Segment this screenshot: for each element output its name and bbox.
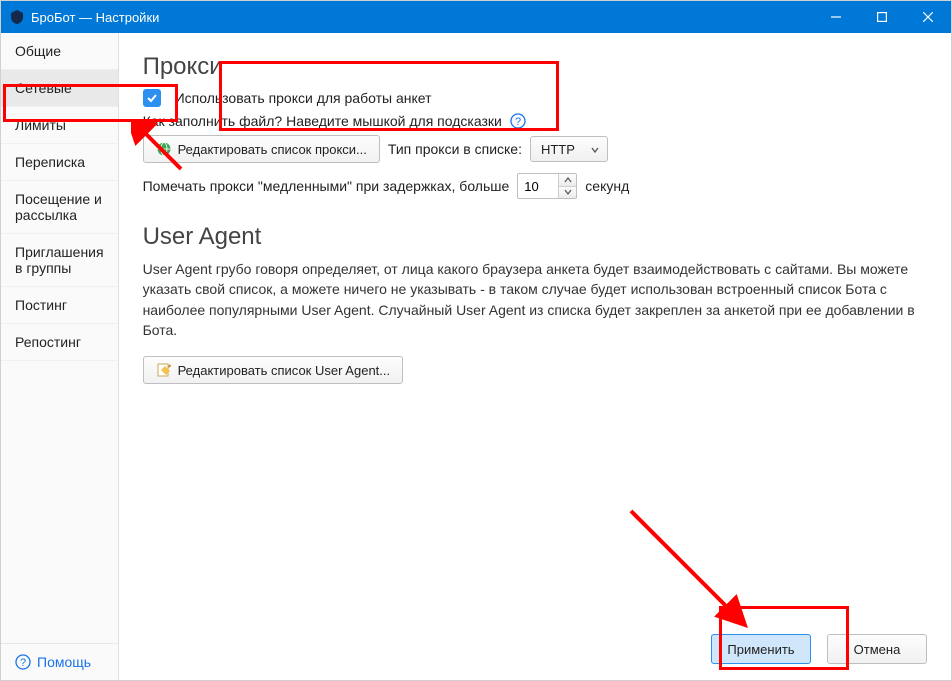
apply-button[interactable]: Применить: [711, 634, 811, 664]
useragent-description: User Agent грубо говоря определяет, от л…: [143, 259, 927, 340]
edit-icon: [156, 362, 172, 378]
sidebar-item-reposting[interactable]: Репостинг: [1, 324, 118, 361]
app-icon: [9, 9, 25, 25]
chevron-down-icon: [591, 142, 599, 157]
slow-delay-spinner[interactable]: [517, 173, 577, 199]
sidebar-item-general[interactable]: Общие: [1, 33, 118, 70]
howto-row: Как заполнить файл? Наведите мышкой для …: [143, 113, 927, 129]
use-proxy-label: Использовать прокси для работы анкет: [175, 90, 432, 106]
use-proxy-checkbox[interactable]: [143, 89, 161, 107]
slow-label-pre: Помечать прокси "медленными" при задержк…: [143, 178, 510, 194]
dialog-footer: Применить Отмена: [143, 616, 927, 664]
proxy-type-value: HTTP: [541, 142, 575, 157]
help-label: Помощь: [37, 654, 91, 670]
hint-icon[interactable]: ?: [510, 113, 526, 129]
edit-useragent-list-button[interactable]: Редактировать список User Agent...: [143, 356, 404, 384]
edit-proxy-list-button[interactable]: Редактировать список прокси...: [143, 135, 380, 163]
edit-useragent-list-label: Редактировать список User Agent...: [178, 363, 391, 378]
proxy-howto-text: Как заполнить файл? Наведите мышкой для …: [143, 113, 502, 129]
maximize-button[interactable]: [859, 1, 905, 33]
edit-proxy-list-label: Редактировать список прокси...: [178, 142, 367, 157]
slow-label-post: секунд: [585, 178, 629, 194]
sidebar-item-limits[interactable]: Лимиты: [1, 107, 118, 144]
slow-delay-input[interactable]: [518, 174, 558, 198]
help-link[interactable]: ? Помощь: [1, 643, 118, 680]
proxy-type-label: Тип прокси в списке:: [388, 141, 522, 157]
sidebar-item-posting[interactable]: Постинг: [1, 287, 118, 324]
sidebar: Общие Сетевые Лимиты Переписка Посещение…: [1, 33, 119, 680]
proxy-heading: Прокси: [143, 53, 927, 81]
title-bar: БроБот — Настройки: [1, 1, 951, 33]
spinner-up-icon[interactable]: [558, 174, 576, 186]
sidebar-item-group-invites[interactable]: Приглашения в группы: [1, 234, 118, 287]
window-title: БроБот — Настройки: [31, 10, 159, 25]
spinner-down-icon[interactable]: [558, 186, 576, 199]
svg-text:?: ?: [515, 116, 521, 128]
use-proxy-row: Использовать прокси для работы анкет: [143, 89, 927, 107]
content-pane: Прокси Использовать прокси для работы ан…: [119, 33, 951, 680]
sidebar-item-visiting[interactable]: Посещение и рассылка: [1, 181, 118, 234]
cancel-button[interactable]: Отмена: [827, 634, 927, 664]
globe-icon: [156, 141, 172, 157]
settings-window: БроБот — Настройки Общие Сетевые Лимиты …: [0, 0, 952, 681]
sidebar-item-network[interactable]: Сетевые: [1, 70, 118, 107]
help-icon: ?: [15, 654, 31, 670]
useragent-heading: User Agent: [143, 223, 927, 251]
window-controls: [813, 1, 951, 33]
minimize-button[interactable]: [813, 1, 859, 33]
svg-text:?: ?: [20, 657, 26, 669]
proxy-type-select[interactable]: HTTP: [530, 136, 608, 162]
sidebar-item-chat[interactable]: Переписка: [1, 144, 118, 181]
close-button[interactable]: [905, 1, 951, 33]
